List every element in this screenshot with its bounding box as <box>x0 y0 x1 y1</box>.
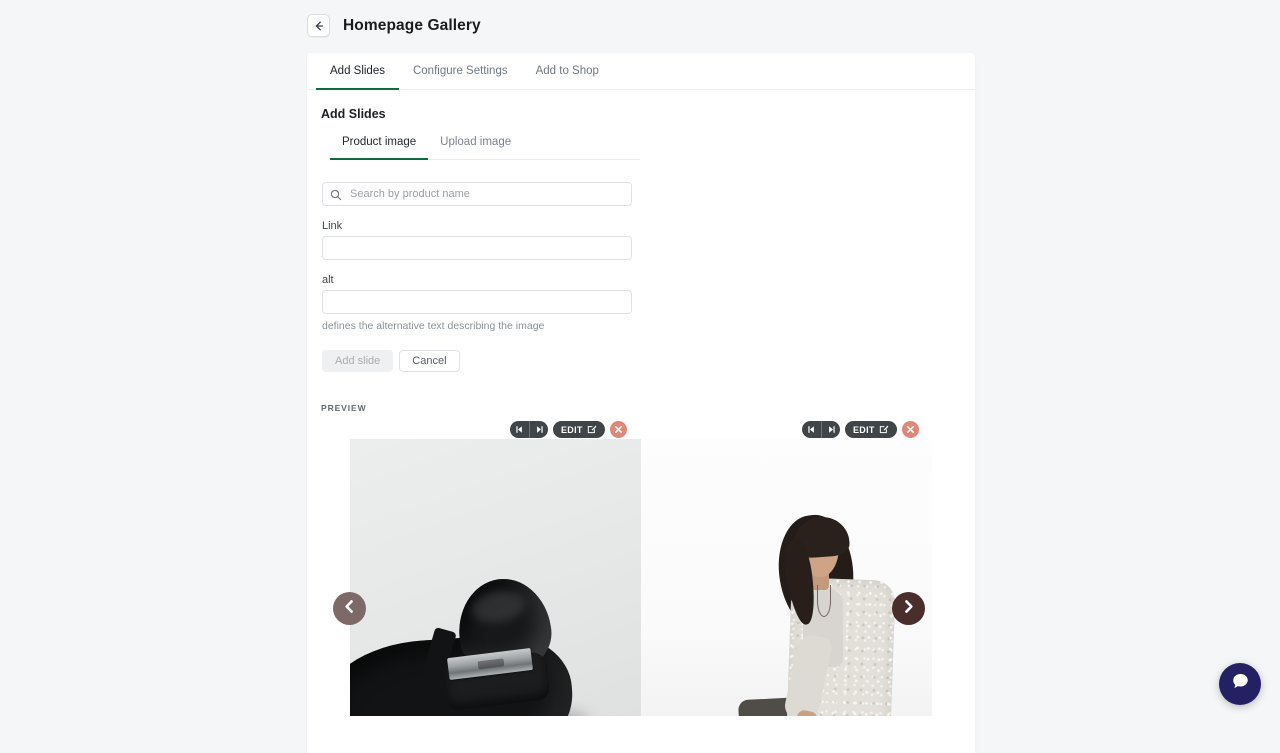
slide-move-group-2 <box>802 421 840 438</box>
carousel-prev-button[interactable] <box>333 592 366 625</box>
edit-button-label: EDIT <box>561 425 583 435</box>
slide-toolbar-1: EDIT <box>510 421 627 438</box>
page-title: Homepage Gallery <box>343 17 481 35</box>
slide-item[interactable] <box>641 439 932 716</box>
close-circle-icon <box>614 421 623 439</box>
edit-button-label: EDIT <box>853 425 875 435</box>
alt-input[interactable] <box>322 290 632 314</box>
tab-bar: Add Slides Configure Settings Add to Sho… <box>307 53 975 90</box>
shoe-illustration <box>350 439 641 716</box>
tab-add-to-shop[interactable]: Add to Shop <box>522 53 613 89</box>
tab-configure-settings[interactable]: Configure Settings <box>399 53 522 89</box>
form-fields: Link alt defines the alternative text de… <box>322 182 975 372</box>
link-input[interactable] <box>322 236 632 260</box>
close-circle-icon <box>906 421 915 439</box>
move-right-icon[interactable] <box>529 421 548 438</box>
preview-stage: EDIT <box>307 421 975 716</box>
tab-label: Add to Shop <box>536 65 599 77</box>
model-necklace <box>817 585 831 617</box>
subtab-upload-image[interactable]: Upload image <box>428 136 523 159</box>
alt-help-text: defines the alternative text describing … <box>322 320 975 332</box>
preview-label: PREVIEW <box>321 403 975 413</box>
back-button[interactable] <box>307 14 330 37</box>
chevron-right-icon <box>901 599 916 619</box>
slide-image-model <box>641 439 932 716</box>
carousel-slides <box>350 439 932 716</box>
slide-move-group-1 <box>510 421 548 438</box>
pencil-square-icon <box>879 424 889 436</box>
sub-tab-bar: Product image Upload image <box>330 136 640 160</box>
main-card: Add Slides Configure Settings Add to Sho… <box>307 53 975 753</box>
page-header: Homepage Gallery <box>307 14 481 37</box>
card-body: Add Slides Product image Upload image <box>307 90 975 716</box>
tab-add-slides[interactable]: Add Slides <box>316 53 399 89</box>
link-field-label: Link <box>322 220 975 232</box>
tab-label: Add Slides <box>330 65 385 77</box>
move-right-icon[interactable] <box>821 421 840 438</box>
slide-item[interactable] <box>350 439 641 716</box>
add-slide-button[interactable]: Add slide <box>322 350 393 372</box>
form-actions: Add slide Cancel <box>322 350 975 372</box>
alt-field-label: alt <box>322 274 975 286</box>
delete-slide-button-1[interactable] <box>610 421 627 438</box>
subtab-label: Product image <box>342 136 416 148</box>
chevron-left-icon <box>342 599 357 619</box>
edit-slide-button-1[interactable]: EDIT <box>553 421 605 438</box>
arrow-left-icon <box>313 20 325 32</box>
subtab-label: Upload image <box>440 136 511 148</box>
slide-toolbar-2: EDIT <box>802 421 919 438</box>
tab-label: Configure Settings <box>413 65 508 77</box>
slide-image-shoe <box>350 439 641 716</box>
subtab-product-image[interactable]: Product image <box>330 136 428 159</box>
cancel-button[interactable]: Cancel <box>399 350 459 372</box>
edit-slide-button-2[interactable]: EDIT <box>845 421 897 438</box>
move-left-icon[interactable] <box>510 421 529 438</box>
move-left-icon[interactable] <box>802 421 821 438</box>
carousel-next-button[interactable] <box>892 592 925 625</box>
chat-widget-button[interactable] <box>1219 663 1261 705</box>
search-input[interactable] <box>322 182 632 206</box>
section-title: Add Slides <box>321 107 975 121</box>
product-search <box>322 182 632 206</box>
chat-bubble-icon <box>1230 671 1251 697</box>
delete-slide-button-2[interactable] <box>902 421 919 438</box>
pencil-square-icon <box>587 424 597 436</box>
